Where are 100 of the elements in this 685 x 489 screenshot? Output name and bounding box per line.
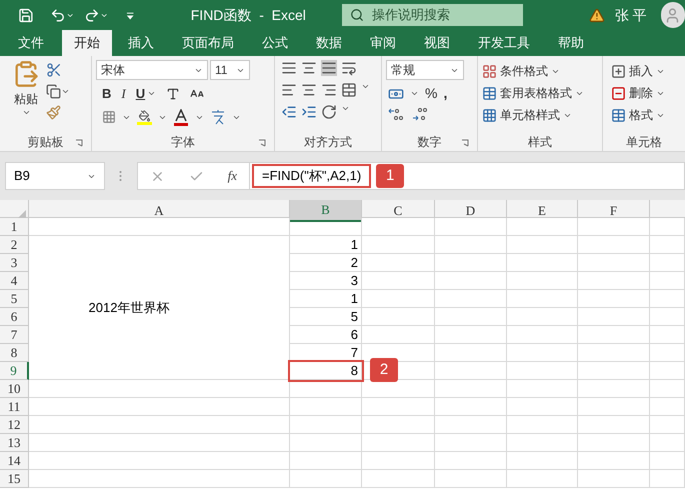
table-cell[interactable] xyxy=(29,434,290,452)
table-cell[interactable] xyxy=(507,452,578,470)
customize-icon[interactable] xyxy=(126,10,135,20)
copy-icon[interactable] xyxy=(46,84,61,99)
table-cell[interactable] xyxy=(29,416,290,434)
column-header[interactable]: E xyxy=(507,200,578,222)
number-format-dropdown[interactable]: 常规 xyxy=(386,60,464,80)
row-header[interactable]: 12 xyxy=(0,416,29,434)
table-cell[interactable] xyxy=(435,362,507,380)
table-cell[interactable] xyxy=(578,236,650,254)
table-cell[interactable] xyxy=(650,416,685,434)
table-cell[interactable] xyxy=(435,416,507,434)
table-cell[interactable]: 2 xyxy=(290,254,362,272)
table-cell[interactable] xyxy=(507,254,578,272)
table-cell[interactable] xyxy=(290,416,362,434)
table-cell[interactable] xyxy=(435,380,507,398)
table-cell[interactable] xyxy=(507,344,578,362)
font-name-dropdown[interactable]: 宋体 xyxy=(96,60,208,80)
drag-handle-icon[interactable] xyxy=(119,170,122,182)
table-cell[interactable] xyxy=(650,308,685,326)
orientation-icon[interactable] xyxy=(321,104,337,120)
table-cell[interactable] xyxy=(578,362,650,380)
dialog-launcher-icon[interactable] xyxy=(461,139,469,147)
indent-increase-icon[interactable] xyxy=(301,104,317,120)
ribbon-tab[interactable]: 页面布局 xyxy=(170,30,246,56)
table-cell[interactable] xyxy=(507,236,578,254)
table-cell[interactable] xyxy=(578,326,650,344)
ribbon-tab[interactable]: 开发工具 xyxy=(466,30,542,56)
table-cell[interactable] xyxy=(578,416,650,434)
avatar[interactable] xyxy=(660,2,685,28)
table-cell[interactable] xyxy=(578,218,650,236)
table-cell[interactable] xyxy=(650,380,685,398)
warning-icon[interactable] xyxy=(588,6,605,24)
align-center-icon[interactable] xyxy=(301,82,317,98)
table-cell[interactable]: 1 xyxy=(290,236,362,254)
table-cell[interactable] xyxy=(507,416,578,434)
ribbon-tab[interactable]: 开始 xyxy=(62,30,112,56)
table-cell[interactable]: 6 xyxy=(290,326,362,344)
table-cell[interactable]: 5 xyxy=(290,308,362,326)
dialog-launcher-icon[interactable] xyxy=(258,139,266,147)
table-cell[interactable] xyxy=(507,434,578,452)
search-field[interactable]: 操作说明搜索 xyxy=(342,4,523,26)
table-cell[interactable] xyxy=(290,398,362,416)
increase-decimal-icon[interactable] xyxy=(388,107,404,121)
table-cell[interactable] xyxy=(650,344,685,362)
paste-button[interactable]: 粘贴 xyxy=(12,60,40,120)
table-cell[interactable] xyxy=(435,398,507,416)
cells-command[interactable]: 删除 xyxy=(607,82,681,104)
ribbon-tab[interactable]: 公式 xyxy=(250,30,300,56)
percent-button[interactable]: % xyxy=(425,83,438,104)
table-cell[interactable] xyxy=(362,308,435,326)
table-cell[interactable] xyxy=(578,470,650,488)
table-cell[interactable] xyxy=(435,236,507,254)
table-cell[interactable] xyxy=(435,434,507,452)
table-cell[interactable]: 7 xyxy=(290,344,362,362)
ribbon-tab[interactable]: 数据 xyxy=(304,30,354,56)
row-header[interactable]: 2 xyxy=(0,236,29,254)
paintbrush-icon[interactable] xyxy=(46,105,61,120)
table-cell[interactable]: 3 xyxy=(290,272,362,290)
table-cell[interactable] xyxy=(507,272,578,290)
table-cell[interactable] xyxy=(507,398,578,416)
ribbon-tab[interactable]: 视图 xyxy=(412,30,462,56)
table-cell[interactable] xyxy=(650,290,685,308)
table-cell[interactable] xyxy=(435,272,507,290)
table-cell[interactable] xyxy=(362,470,435,488)
row-header[interactable]: 10 xyxy=(0,380,29,398)
font-color-icon[interactable] xyxy=(173,108,189,126)
row-header[interactable]: 9 xyxy=(0,362,29,380)
table-cell[interactable] xyxy=(29,380,290,398)
redo-icon[interactable] xyxy=(84,6,100,24)
ribbon-tab[interactable]: 审阅 xyxy=(358,30,408,56)
table-cell[interactable] xyxy=(650,434,685,452)
table-cell[interactable] xyxy=(650,452,685,470)
table-cell[interactable] xyxy=(29,218,290,236)
column-header[interactable]: C xyxy=(362,200,435,222)
table-cell[interactable] xyxy=(435,470,507,488)
table-cell[interactable] xyxy=(290,434,362,452)
phonetic-icon[interactable] xyxy=(210,109,226,125)
table-cell[interactable]: 8 xyxy=(290,362,362,380)
table-cell[interactable] xyxy=(507,380,578,398)
table-cell[interactable] xyxy=(362,362,435,380)
table-cell[interactable] xyxy=(578,344,650,362)
scissors-icon[interactable] xyxy=(46,62,62,78)
table-cell[interactable] xyxy=(362,416,435,434)
table-cell[interactable] xyxy=(362,236,435,254)
table-cell[interactable] xyxy=(435,452,507,470)
styles-command[interactable]: 条件格式 xyxy=(482,60,598,82)
indent-decrease-icon[interactable] xyxy=(281,104,297,120)
table-cell[interactable] xyxy=(507,362,578,380)
table-cell[interactable] xyxy=(435,308,507,326)
table-cell[interactable] xyxy=(435,290,507,308)
table-cell[interactable] xyxy=(362,398,435,416)
table-cell[interactable] xyxy=(362,218,435,236)
bottom-align-icon[interactable] xyxy=(321,60,337,76)
column-header[interactable]: F xyxy=(578,200,650,222)
table-cell[interactable] xyxy=(507,308,578,326)
wrap-text-icon[interactable] xyxy=(341,60,357,76)
row-header[interactable]: 7 xyxy=(0,326,29,344)
align-left-icon[interactable] xyxy=(281,82,297,98)
border-icon[interactable] xyxy=(102,110,116,124)
